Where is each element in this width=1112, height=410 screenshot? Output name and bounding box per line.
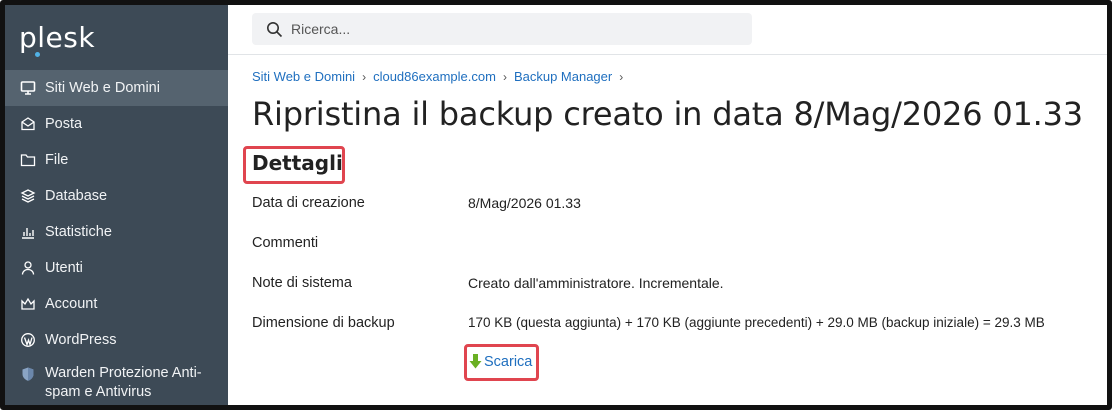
user-icon: [19, 259, 37, 277]
folder-icon: [19, 151, 37, 169]
sidebar-nav: Siti Web e Domini Posta File Database St…: [5, 70, 228, 404]
detail-label-backup-size: Dimensione di backup: [252, 315, 395, 331]
sidebar-item-label: Database: [45, 188, 108, 204]
breadcrumb-separator: ›: [619, 69, 624, 84]
sidebar-item-account[interactable]: Account: [5, 286, 228, 322]
sidebar-item-label: Statistiche: [45, 224, 112, 240]
search-input[interactable]: [291, 21, 731, 37]
sidebar-item-label: Account: [45, 296, 98, 312]
search-icon: [267, 21, 283, 37]
monitor-icon: [19, 79, 37, 97]
sidebar-item-users[interactable]: Utenti: [5, 250, 228, 286]
plesk-logo[interactable]: plesk: [19, 21, 95, 57]
breadcrumb-separator: ›: [502, 69, 507, 84]
detail-label-created: Data di creazione: [252, 195, 365, 211]
shield-icon: [19, 365, 37, 383]
breadcrumb-link-domain[interactable]: cloud86example.com: [373, 69, 496, 84]
search-box[interactable]: [252, 13, 752, 45]
database-icon: [19, 187, 37, 205]
breadcrumb-link-backup-manager[interactable]: Backup Manager: [514, 69, 612, 84]
sidebar-item-wordpress[interactable]: WordPress: [5, 322, 228, 358]
app-window: plesk Siti Web e Domini Posta File Datab…: [0, 0, 1112, 410]
highlight-box-download: [464, 344, 539, 381]
main-content: Siti Web e Domini › cloud86example.com ›…: [228, 5, 1107, 405]
sidebar: plesk Siti Web e Domini Posta File Datab…: [5, 5, 228, 405]
sidebar-item-warden[interactable]: Warden Protezione Anti-spam e Antivirus: [5, 358, 228, 404]
wordpress-icon: [19, 331, 37, 349]
sidebar-item-files[interactable]: File: [5, 142, 228, 178]
sidebar-item-label: Utenti: [45, 260, 83, 276]
breadcrumb-separator: ›: [362, 69, 367, 84]
detail-label-comments: Commenti: [252, 235, 319, 251]
sidebar-item-label: WordPress: [45, 332, 117, 348]
detail-value-created: 8/Mag/2026 01.33: [468, 195, 581, 211]
detail-label-system-notes: Note di sistema: [252, 275, 352, 291]
top-bar: [228, 5, 1107, 55]
sidebar-item-label: File: [45, 152, 69, 168]
logo-dot: [35, 52, 40, 57]
crown-icon: [19, 295, 37, 313]
sidebar-item-mail[interactable]: Posta: [5, 106, 228, 142]
sidebar-item-label: Warden Protezione Anti-spam e Antivirus: [45, 365, 202, 400]
sidebar-item-statistics[interactable]: Statistiche: [5, 214, 228, 250]
breadcrumb-link-websites[interactable]: Siti Web e Domini: [252, 69, 355, 84]
highlight-box-details: [243, 146, 345, 184]
sidebar-item-databases[interactable]: Database: [5, 178, 228, 214]
sidebar-item-label: Siti Web e Domini: [45, 80, 160, 96]
mail-icon: [19, 115, 37, 133]
detail-value-backup-size: 170 KB (questa aggiunta) + 170 KB (aggiu…: [468, 315, 1045, 330]
detail-value-system-notes: Creato dall'amministratore. Incrementale…: [468, 275, 724, 291]
sidebar-item-label: Posta: [45, 116, 83, 132]
bar-chart-icon: [19, 223, 37, 241]
breadcrumb: Siti Web e Domini › cloud86example.com ›…: [252, 69, 630, 84]
page-title: Ripristina il backup creato in data 8/Ma…: [252, 95, 1083, 133]
sidebar-item-websites-domains[interactable]: Siti Web e Domini: [5, 70, 228, 106]
